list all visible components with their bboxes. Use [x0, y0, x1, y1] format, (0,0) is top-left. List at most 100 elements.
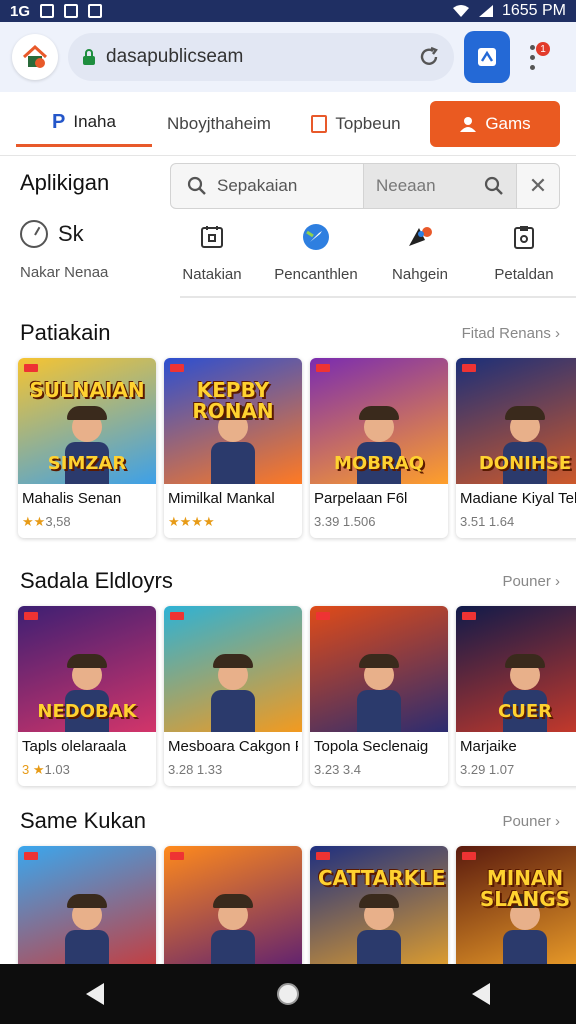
category-pencanthlen[interactable]: Pencanthlen	[264, 222, 368, 292]
category-label: Petaldan	[494, 266, 554, 283]
system-nav-bar	[0, 964, 576, 1024]
hint-text: Nakar Nenaa	[20, 264, 109, 281]
section-header: Patiakain Fitad Renans ›	[20, 320, 560, 346]
game-thumbnail[interactable]: CATTARKLE	[310, 846, 448, 972]
search-secondary-input[interactable]: Neeaan	[364, 164, 516, 208]
wifi-icon	[452, 5, 469, 17]
star-icon: 3 ★	[22, 762, 45, 777]
flag-badge-icon	[170, 612, 184, 620]
flag-badge-icon	[24, 364, 38, 372]
divider	[180, 296, 576, 298]
flag-badge-icon	[316, 612, 330, 620]
game-info: Mahalis Senan ★★3,58	[18, 484, 156, 538]
flag-badge-icon	[462, 852, 476, 860]
rating-value: 3.28 1.33	[168, 762, 223, 777]
category-label: Pencanthlen	[274, 266, 358, 283]
game-thumbnail[interactable]: CUER	[456, 606, 576, 732]
tab-label: Inaha	[73, 112, 116, 131]
game-info: Marjaike 3.29 1.07	[456, 732, 576, 785]
flag-badge-icon	[316, 364, 330, 372]
house-logo-icon[interactable]	[12, 34, 58, 80]
game-info: Mimilkal Mankal ★★★★	[164, 484, 302, 538]
game-thumbnail[interactable]: KEPBY RONAN	[164, 358, 302, 484]
game-rating: 3.28 1.33	[168, 762, 298, 777]
game-thumbnail[interactable]: MOBRAQ	[310, 358, 448, 484]
game-logo-text: CATTARKLE	[318, 866, 446, 890]
category-petaldan[interactable]: Petaldan	[472, 222, 576, 292]
category-natakian[interactable]: Natakian	[160, 222, 264, 292]
see-more-link[interactable]: Pouner ›	[502, 813, 560, 830]
apps-button[interactable]	[464, 31, 510, 83]
game-thumbnail[interactable]	[164, 846, 302, 972]
section-title: Sadala Eldloyrs	[20, 568, 173, 593]
tab-inaha[interactable]: P Inaha	[16, 101, 152, 147]
see-more-link[interactable]: Fitad Renans ›	[462, 325, 560, 342]
calendar-icon	[197, 222, 227, 252]
refresh-icon[interactable]	[418, 46, 440, 68]
game-rating: 3 ★1.03	[22, 762, 152, 778]
character-figure	[203, 894, 263, 972]
search-input[interactable]: Sepakaian	[171, 164, 364, 208]
see-more-link[interactable]: Pouner ›	[502, 573, 560, 590]
game-thumbnail[interactable]	[18, 846, 156, 972]
game-card[interactable]	[164, 846, 302, 972]
game-thumbnail[interactable]	[310, 606, 448, 732]
close-icon[interactable]: ✕	[516, 164, 559, 208]
search-bar: Sepakaian Neeaan ✕	[170, 163, 560, 209]
section-title: Same Kukan	[20, 808, 146, 833]
signal-icon	[478, 5, 493, 17]
tab-label: Gams	[485, 113, 531, 133]
game-logo-text: SIMZAR	[47, 453, 127, 474]
game-logo-text: MOBRAQ	[333, 453, 425, 474]
game-thumbnail[interactable]: NEDOBAK	[18, 606, 156, 732]
game-title: Mesboara Cakgon Fala	[168, 738, 298, 755]
game-rating: 3.51 1.64	[460, 514, 576, 529]
game-info: Topola Seclenaig 3.23 3.4	[310, 732, 448, 785]
game-card[interactable]: DONIHSE Madiane Kiyal Tel 3.51 1.64	[456, 358, 576, 538]
game-card[interactable]: KEPBY RONAN Mimilkal Mankal ★★★★	[164, 358, 302, 538]
rating-value: 3.51 1.64	[460, 514, 515, 529]
category-nahgein[interactable]: Nahgein	[368, 222, 472, 292]
home-icon[interactable]	[276, 983, 299, 1005]
game-logo-text: DONIHSE	[478, 453, 572, 474]
tab-gams[interactable]: Gams	[430, 100, 560, 147]
card-row: CATTARKLE MINAN SLANGS	[18, 846, 576, 972]
game-card[interactable]: CATTARKLE	[310, 846, 448, 972]
back-icon[interactable]	[86, 983, 105, 1005]
game-card[interactable]: MINAN SLANGS	[456, 846, 576, 972]
status-bar: 1G 1655 PM	[0, 0, 576, 22]
game-thumbnail[interactable]: MINAN SLANGS	[456, 846, 576, 972]
game-card[interactable]: NEDOBAK Tapls olelaraala 3 ★1.03	[18, 606, 156, 786]
apps-icon	[478, 48, 496, 66]
game-card[interactable]: Topola Seclenaig 3.23 3.4	[310, 606, 448, 786]
character-figure	[349, 654, 409, 732]
p-icon: P	[52, 110, 66, 133]
game-thumbnail[interactable]: DONIHSE	[456, 358, 576, 484]
game-rating: ★★3,58	[22, 514, 152, 530]
game-title: Marjaike	[460, 738, 517, 755]
character-figure	[57, 894, 117, 972]
user-icon	[460, 116, 477, 132]
section-header: Same Kukan Pouner ›	[20, 808, 560, 834]
game-card[interactable]: MOBRAQ Parpelaan F6l 3.39 1.506	[310, 358, 448, 538]
address-bar[interactable]: dasapublicseam	[68, 33, 454, 81]
square-icon	[311, 114, 328, 133]
game-card[interactable]: SULNAIAN SIMZAR Mahalis Senan ★★3,58	[18, 358, 156, 538]
clipboard-icon	[509, 222, 539, 252]
game-card[interactable]: CUER Marjaike 3.29 1.07	[456, 606, 576, 786]
game-card[interactable]: Mesboara Cakgon Fala 3.28 1.33	[164, 606, 302, 786]
rating-value: 3.29 1.07	[460, 762, 515, 777]
flag-badge-icon	[316, 852, 330, 860]
tab-topbeun[interactable]: Topbeun	[286, 101, 426, 147]
search-icon[interactable]	[484, 176, 504, 196]
game-card[interactable]	[18, 846, 156, 972]
game-thumbnail[interactable]	[164, 606, 302, 732]
tab-second[interactable]: Nboyjthaheim	[152, 101, 286, 147]
game-logo-text: CUER	[498, 701, 552, 722]
sk-row[interactable]: Sk	[20, 220, 84, 248]
game-thumbnail[interactable]: SULNAIAN SIMZAR	[18, 358, 156, 484]
more-vertical-icon[interactable]: 1	[520, 34, 550, 80]
section-title: Patiakain	[20, 320, 111, 345]
search-placeholder: Sepakaian	[217, 176, 298, 195]
recent-icon[interactable]	[471, 983, 490, 1005]
